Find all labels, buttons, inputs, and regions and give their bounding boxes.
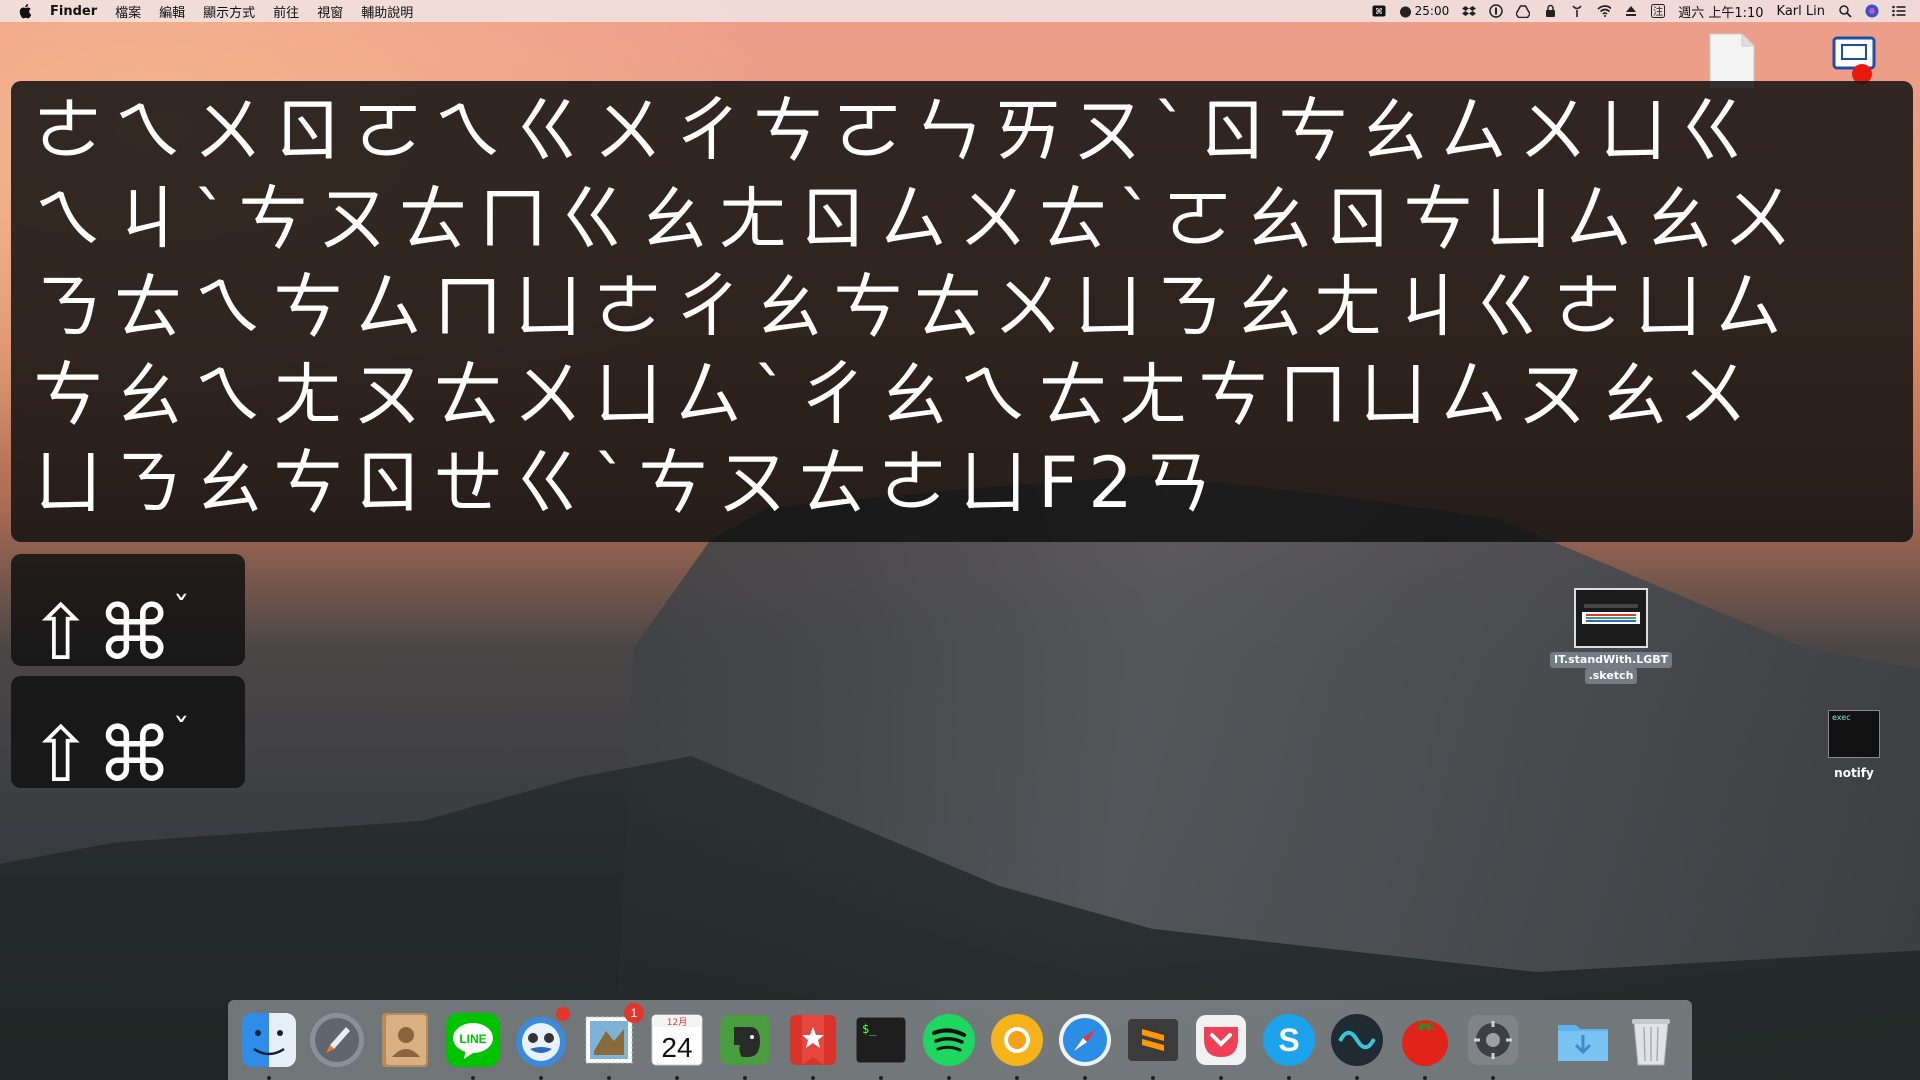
dock-mail[interactable]: 1 — [578, 1003, 644, 1080]
launchpad-rocket-icon — [310, 1013, 364, 1067]
terminal-icon: $_ — [855, 1016, 907, 1064]
dock-tweetbot[interactable] — [510, 1007, 572, 1080]
menu-app-name[interactable]: Finder — [50, 4, 97, 19]
finder-icon — [242, 1013, 296, 1067]
calendar-icon: 12月24 — [651, 1014, 703, 1066]
dock-downloads-folder[interactable] — [1552, 1009, 1614, 1071]
chrome-canary-icon — [991, 1014, 1043, 1066]
line-icon: LINE — [446, 1013, 500, 1067]
skype-icon: S — [1263, 1014, 1315, 1066]
dock-evernote[interactable] — [714, 1009, 776, 1080]
dock-tomato-timer[interactable] — [1394, 1009, 1456, 1080]
dock-line[interactable]: LINE — [442, 1009, 504, 1080]
sketch-file-thumbnail — [1574, 588, 1648, 648]
dock-system-preferences[interactable] — [1462, 1009, 1524, 1080]
antenna-icon[interactable] — [1570, 4, 1584, 18]
spotify-icon — [923, 1014, 975, 1066]
keystroke-combo-overlay: ⇧⌘ˇ — [11, 554, 245, 677]
desktop-file-notify[interactable]: exec notify — [1822, 710, 1886, 780]
mail-badge: 1 — [624, 1003, 644, 1023]
dropbox-icon[interactable] — [1462, 4, 1477, 18]
line-label: LINE — [459, 1032, 486, 1046]
menu-help[interactable]: 輔助說明 — [361, 2, 413, 21]
shift-command-keys: ⇧⌘ — [29, 710, 177, 799]
onepassword-icon[interactable] — [1489, 4, 1503, 18]
safari-compass-icon — [1059, 1014, 1111, 1066]
menu-go[interactable]: 前往 — [273, 2, 299, 21]
dock-safari[interactable] — [1054, 1009, 1116, 1080]
menu-edit[interactable]: 編輯 — [159, 2, 185, 21]
dock-wavebox[interactable] — [1326, 1009, 1388, 1080]
pomodoro-icon[interactable]: 25:00 — [1399, 4, 1450, 18]
svg-text:⌘: ⌘ — [1375, 7, 1383, 16]
tomato-icon — [1402, 1020, 1448, 1066]
sketch-file-name-line2: .sketch — [1584, 668, 1638, 684]
dock-calendar[interactable]: 12月 24 — [646, 1009, 708, 1080]
eject-icon[interactable] — [1624, 4, 1638, 18]
keystroke-line: ㄋㄊㄟㄘㄙㄇㄩㄜㄔㄠㄘㄊㄨㄩㄋㄠㄤㄐㄍㄜㄩㄙ — [33, 266, 1793, 348]
svg-text:注: 注 — [1653, 5, 1663, 18]
wave-icon — [1331, 1014, 1383, 1066]
menu-bar: Finder 檔案 編輯 顯示方式 前往 視窗 輔助說明 ⌘ 25:00 注 週… — [0, 0, 1920, 22]
trash-icon — [1632, 1019, 1670, 1066]
spotlight-search-icon[interactable] — [1838, 4, 1852, 18]
dock: LINE 1 12月 24 $_ S — [228, 1000, 1692, 1080]
downloads-folder-icon — [1558, 1025, 1608, 1061]
dock-wunderlist[interactable] — [782, 1009, 844, 1080]
menu-user[interactable]: Karl Lin — [1777, 4, 1825, 19]
apple-menu-icon[interactable] — [18, 3, 32, 19]
menu-window[interactable]: 視窗 — [317, 2, 343, 21]
wunderlist-star-icon — [790, 1015, 836, 1065]
dock-skype[interactable]: S — [1258, 1009, 1320, 1080]
dock-contacts[interactable] — [374, 1009, 436, 1071]
contacts-book-icon — [382, 1013, 428, 1067]
pocket-icon — [1196, 1015, 1246, 1065]
combo-tone-mark: ˇ — [172, 590, 194, 630]
calendar-day: 24 — [661, 1032, 692, 1063]
keystroke-line: ㄜㄟㄨㄖㄛㄟㄍㄨㄔㄘㄛㄣㄞㄡˋㄖㄘㄠㄙㄨㄩㄍ — [33, 90, 1758, 172]
keystroke-line: ㄩㄋㄠㄘㄖㄝㄍˋㄘㄡㄊㄜㄩF2ㄢ — [33, 442, 1223, 524]
calendar-month: 12月 — [667, 1017, 687, 1028]
exec-file-thumbnail: exec — [1828, 710, 1880, 758]
dock-trash[interactable] — [1620, 1009, 1682, 1071]
notification-center-icon[interactable] — [1892, 4, 1906, 18]
input-method-icon[interactable]: 注 — [1651, 4, 1666, 18]
svg-text:S: S — [1278, 1022, 1299, 1058]
evernote-elephant-icon — [720, 1015, 770, 1065]
dock-sublime-text[interactable] — [1122, 1009, 1184, 1080]
combo-tone-mark: ˇ — [172, 712, 194, 752]
google-drive-icon[interactable] — [1516, 4, 1531, 18]
dock-chrome-canary[interactable] — [986, 1009, 1048, 1080]
siri-icon[interactable] — [1865, 4, 1879, 18]
desktop-file-sketch[interactable]: IT.standWith.LGBT .sketch — [1550, 588, 1673, 684]
gear-icon — [1468, 1015, 1518, 1065]
menu-file[interactable]: 檔案 — [115, 2, 141, 21]
dock-terminal[interactable]: $_ — [850, 1009, 912, 1080]
dock-spotify[interactable] — [918, 1009, 980, 1080]
pomodoro-timer: 25:00 — [1414, 4, 1450, 18]
sublime-text-icon — [1128, 1019, 1178, 1061]
keystroke-line: ㄘㄠㄟㄤㄡㄊㄨㄩㄙˋㄔㄠㄟㄊㄤㄘㄇㄩㄙㄡㄠㄨ — [33, 354, 1758, 436]
keystroke-overlay: ㄜㄟㄨㄖㄛㄟㄍㄨㄔㄘㄛㄣㄞㄡˋㄖㄘㄠㄙㄨㄩㄍ ㄟㄐˋㄘㄡㄊㄇㄍㄠㄤㄖㄙㄨㄊˋㄛㄠ… — [11, 81, 1913, 542]
menu-clock[interactable]: 週六 上午1:10 — [1678, 2, 1763, 21]
lock-icon[interactable] — [1543, 4, 1557, 18]
exec-file-name: notify — [1834, 766, 1874, 780]
wifi-icon[interactable] — [1597, 4, 1612, 18]
keystroke-viz-icon[interactable]: ⌘ — [1372, 4, 1386, 18]
shift-command-keys: ⇧⌘ — [29, 588, 177, 677]
sketch-file-name-line1: IT.standWith.LGBT — [1550, 652, 1673, 668]
dock-finder[interactable] — [238, 1009, 300, 1080]
menu-view[interactable]: 顯示方式 — [203, 2, 255, 21]
keystroke-combo-overlay: ⇧⌘ˇ — [11, 676, 245, 799]
dock-launchpad[interactable] — [306, 1009, 368, 1071]
dock-pocket[interactable] — [1190, 1009, 1252, 1080]
svg-text:$_: $_ — [862, 1022, 877, 1036]
keystroke-line: ㄟㄐˋㄘㄡㄊㄇㄍㄠㄤㄖㄙㄨㄊˋㄛㄠㄖㄘㄩㄙㄠㄨ — [33, 178, 1803, 260]
tweetbot-badge — [556, 1007, 570, 1021]
